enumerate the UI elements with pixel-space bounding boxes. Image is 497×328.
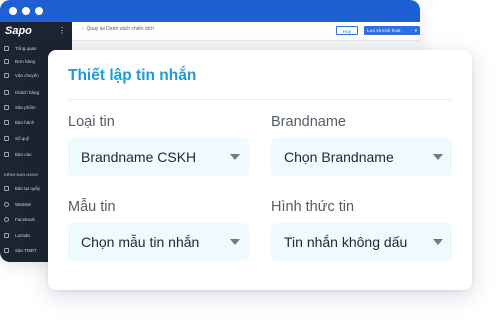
facebook-icon [4, 217, 9, 222]
window-minimize-dot[interactable] [22, 7, 30, 15]
message-type-value: Brandname CSKH [81, 149, 197, 165]
message-type-label: Loại tin [68, 114, 115, 130]
shield-icon [4, 120, 9, 125]
divider [68, 99, 452, 100]
message-settings-card: Thiết lập tin nhắn Loại tin Brandname CS… [48, 50, 472, 290]
menu-dots-icon[interactable]: ⋮ [58, 26, 66, 35]
chevron-down-icon [433, 239, 443, 245]
card-title: Thiết lập tin nhắn [68, 67, 197, 84]
user-icon [4, 90, 9, 95]
order-icon [4, 59, 9, 64]
cancel-button[interactable]: Hủy [336, 26, 358, 35]
brandname-label: Brandname [271, 114, 346, 130]
chevron-down-icon [433, 154, 443, 160]
pos-icon [4, 186, 9, 191]
template-select[interactable]: Chọn mẫu tin nhắn [68, 223, 249, 261]
window-close-dot[interactable] [9, 7, 17, 15]
top-bar: ‹ Quay lại Danh sách chiến dịch Hủy Lưu … [72, 22, 420, 41]
window-title-bar [0, 0, 420, 22]
brandname-select[interactable]: Chọn Brandname [271, 138, 452, 176]
sapo-logo: Sapo [5, 25, 32, 37]
chevron-down-icon [230, 239, 240, 245]
chevron-down-icon [230, 154, 240, 160]
wallet-icon [4, 136, 9, 141]
message-type-select[interactable]: Brandname CSKH [68, 138, 249, 176]
brandname-value: Chọn Brandname [284, 149, 394, 165]
globe-icon [4, 202, 9, 207]
box-icon [4, 105, 9, 110]
chevron-left-icon: ‹ [82, 26, 84, 32]
template-label: Mẫu tin [68, 199, 116, 215]
chart-icon [4, 152, 9, 157]
caret-down-icon[interactable]: ▾ [415, 26, 417, 35]
save-activate-button[interactable]: Lưu và kích hoạt ▾ [364, 26, 420, 35]
home-icon [4, 46, 9, 51]
back-link[interactable]: ‹ Quay lại Danh sách chiến dịch [82, 26, 154, 32]
sales-channels-heading: KÊNH BÁN HÀNG [4, 172, 38, 177]
template-value: Chọn mẫu tin nhắn [81, 234, 200, 250]
window-maximize-dot[interactable] [35, 7, 43, 15]
format-select[interactable]: Tin nhắn không dấu [271, 223, 452, 261]
format-value: Tin nhắn không dấu [284, 234, 408, 250]
format-label: Hình thức tin [271, 199, 355, 215]
cart-icon [4, 248, 9, 253]
lazada-icon [4, 233, 9, 238]
truck-icon [4, 73, 9, 78]
